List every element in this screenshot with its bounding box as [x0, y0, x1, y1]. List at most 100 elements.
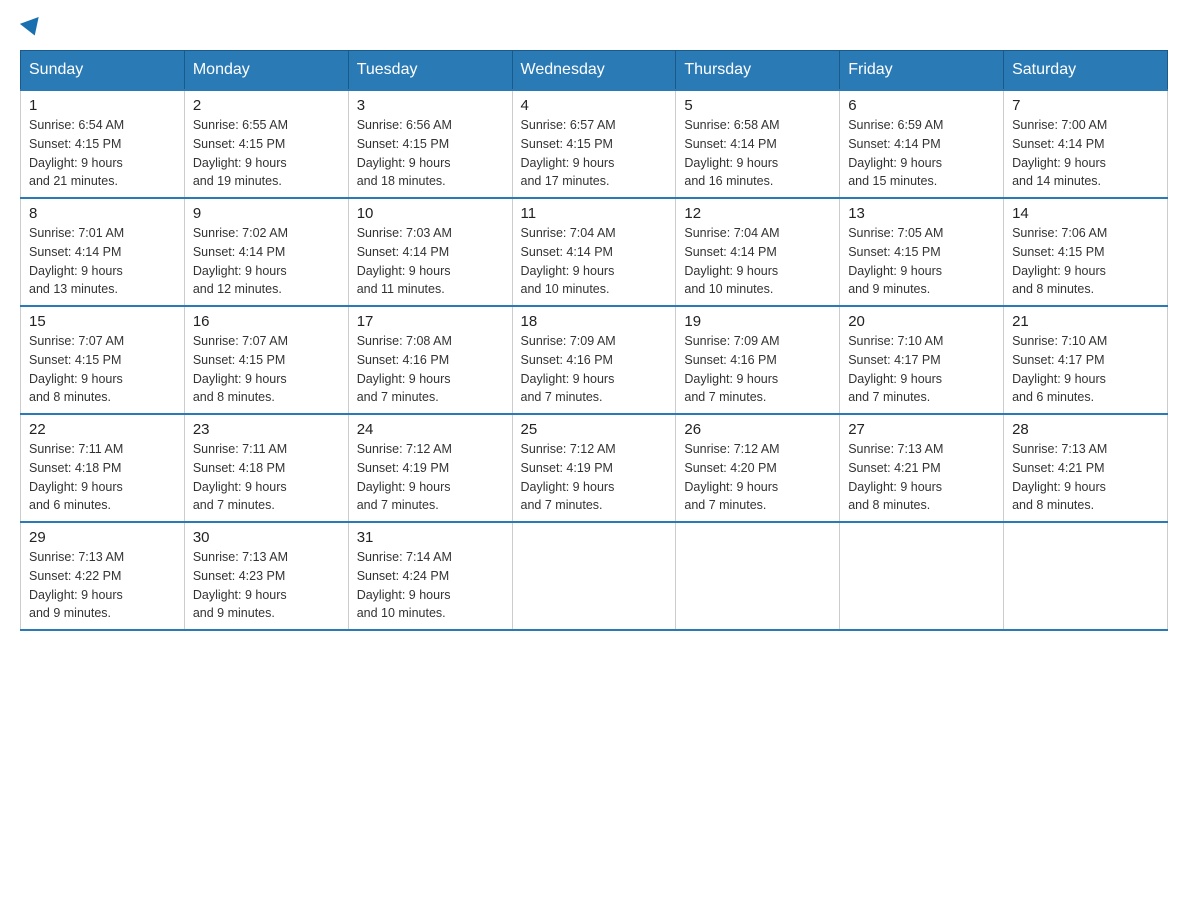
day-info: Sunrise: 7:10 AMSunset: 4:17 PMDaylight:…: [848, 334, 943, 404]
day-number: 21: [1012, 313, 1159, 330]
day-number: 12: [684, 205, 831, 222]
calendar-table: SundayMondayTuesdayWednesdayThursdayFrid…: [20, 50, 1168, 631]
day-info: Sunrise: 7:04 AMSunset: 4:14 PMDaylight:…: [521, 226, 616, 296]
day-number: 30: [193, 529, 340, 546]
day-number: 11: [521, 205, 668, 222]
weekday-header-saturday: Saturday: [1004, 51, 1168, 91]
day-cell: 14 Sunrise: 7:06 AMSunset: 4:15 PMDaylig…: [1004, 198, 1168, 306]
day-cell: 4 Sunrise: 6:57 AMSunset: 4:15 PMDayligh…: [512, 90, 676, 198]
day-info: Sunrise: 7:06 AMSunset: 4:15 PMDaylight:…: [1012, 226, 1107, 296]
day-cell: 27 Sunrise: 7:13 AMSunset: 4:21 PMDaylig…: [840, 414, 1004, 522]
day-cell: 6 Sunrise: 6:59 AMSunset: 4:14 PMDayligh…: [840, 90, 1004, 198]
day-cell: 19 Sunrise: 7:09 AMSunset: 4:16 PMDaylig…: [676, 306, 840, 414]
day-info: Sunrise: 7:07 AMSunset: 4:15 PMDaylight:…: [29, 334, 124, 404]
weekday-header-monday: Monday: [184, 51, 348, 91]
week-row-1: 1 Sunrise: 6:54 AMSunset: 4:15 PMDayligh…: [21, 90, 1168, 198]
day-info: Sunrise: 7:04 AMSunset: 4:14 PMDaylight:…: [684, 226, 779, 296]
day-info: Sunrise: 6:56 AMSunset: 4:15 PMDaylight:…: [357, 118, 452, 188]
day-number: 2: [193, 97, 340, 114]
day-info: Sunrise: 7:03 AMSunset: 4:14 PMDaylight:…: [357, 226, 452, 296]
weekday-header-thursday: Thursday: [676, 51, 840, 91]
day-number: 26: [684, 421, 831, 438]
day-number: 10: [357, 205, 504, 222]
day-number: 19: [684, 313, 831, 330]
day-info: Sunrise: 7:11 AMSunset: 4:18 PMDaylight:…: [29, 442, 123, 512]
day-number: 31: [357, 529, 504, 546]
day-number: 14: [1012, 205, 1159, 222]
day-number: 6: [848, 97, 995, 114]
day-info: Sunrise: 6:58 AMSunset: 4:14 PMDaylight:…: [684, 118, 779, 188]
day-cell: 1 Sunrise: 6:54 AMSunset: 4:15 PMDayligh…: [21, 90, 185, 198]
day-number: 7: [1012, 97, 1159, 114]
logo-triangle-icon: [20, 17, 44, 39]
day-cell: 22 Sunrise: 7:11 AMSunset: 4:18 PMDaylig…: [21, 414, 185, 522]
day-info: Sunrise: 7:12 AMSunset: 4:19 PMDaylight:…: [357, 442, 452, 512]
day-number: 22: [29, 421, 176, 438]
day-info: Sunrise: 7:05 AMSunset: 4:15 PMDaylight:…: [848, 226, 943, 296]
day-number: 28: [1012, 421, 1159, 438]
day-cell: 11 Sunrise: 7:04 AMSunset: 4:14 PMDaylig…: [512, 198, 676, 306]
day-info: Sunrise: 7:07 AMSunset: 4:15 PMDaylight:…: [193, 334, 288, 404]
day-number: 17: [357, 313, 504, 330]
day-info: Sunrise: 7:11 AMSunset: 4:18 PMDaylight:…: [193, 442, 287, 512]
day-number: 20: [848, 313, 995, 330]
day-cell: 21 Sunrise: 7:10 AMSunset: 4:17 PMDaylig…: [1004, 306, 1168, 414]
day-number: 27: [848, 421, 995, 438]
day-info: Sunrise: 7:14 AMSunset: 4:24 PMDaylight:…: [357, 550, 452, 620]
day-number: 3: [357, 97, 504, 114]
day-info: Sunrise: 6:54 AMSunset: 4:15 PMDaylight:…: [29, 118, 124, 188]
day-cell: 30 Sunrise: 7:13 AMSunset: 4:23 PMDaylig…: [184, 522, 348, 630]
day-cell: 8 Sunrise: 7:01 AMSunset: 4:14 PMDayligh…: [21, 198, 185, 306]
day-info: Sunrise: 7:00 AMSunset: 4:14 PMDaylight:…: [1012, 118, 1107, 188]
week-row-3: 15 Sunrise: 7:07 AMSunset: 4:15 PMDaylig…: [21, 306, 1168, 414]
day-cell: 23 Sunrise: 7:11 AMSunset: 4:18 PMDaylig…: [184, 414, 348, 522]
day-number: 13: [848, 205, 995, 222]
day-number: 29: [29, 529, 176, 546]
week-row-2: 8 Sunrise: 7:01 AMSunset: 4:14 PMDayligh…: [21, 198, 1168, 306]
day-number: 16: [193, 313, 340, 330]
day-number: 23: [193, 421, 340, 438]
week-row-5: 29 Sunrise: 7:13 AMSunset: 4:22 PMDaylig…: [21, 522, 1168, 630]
day-cell: 24 Sunrise: 7:12 AMSunset: 4:19 PMDaylig…: [348, 414, 512, 522]
day-cell: [676, 522, 840, 630]
day-number: 15: [29, 313, 176, 330]
weekday-header-friday: Friday: [840, 51, 1004, 91]
day-number: 1: [29, 97, 176, 114]
day-cell: 16 Sunrise: 7:07 AMSunset: 4:15 PMDaylig…: [184, 306, 348, 414]
day-info: Sunrise: 7:01 AMSunset: 4:14 PMDaylight:…: [29, 226, 124, 296]
day-info: Sunrise: 7:09 AMSunset: 4:16 PMDaylight:…: [684, 334, 779, 404]
day-cell: 26 Sunrise: 7:12 AMSunset: 4:20 PMDaylig…: [676, 414, 840, 522]
day-number: 24: [357, 421, 504, 438]
day-cell: [840, 522, 1004, 630]
day-number: 5: [684, 97, 831, 114]
weekday-header-wednesday: Wednesday: [512, 51, 676, 91]
day-cell: 5 Sunrise: 6:58 AMSunset: 4:14 PMDayligh…: [676, 90, 840, 198]
day-info: Sunrise: 7:13 AMSunset: 4:21 PMDaylight:…: [1012, 442, 1107, 512]
day-cell: 28 Sunrise: 7:13 AMSunset: 4:21 PMDaylig…: [1004, 414, 1168, 522]
day-cell: 17 Sunrise: 7:08 AMSunset: 4:16 PMDaylig…: [348, 306, 512, 414]
day-cell: 9 Sunrise: 7:02 AMSunset: 4:14 PMDayligh…: [184, 198, 348, 306]
day-cell: 25 Sunrise: 7:12 AMSunset: 4:19 PMDaylig…: [512, 414, 676, 522]
day-info: Sunrise: 7:12 AMSunset: 4:19 PMDaylight:…: [521, 442, 616, 512]
header: [20, 20, 1168, 40]
day-info: Sunrise: 7:13 AMSunset: 4:22 PMDaylight:…: [29, 550, 124, 620]
week-row-4: 22 Sunrise: 7:11 AMSunset: 4:18 PMDaylig…: [21, 414, 1168, 522]
day-number: 18: [521, 313, 668, 330]
day-cell: 7 Sunrise: 7:00 AMSunset: 4:14 PMDayligh…: [1004, 90, 1168, 198]
day-cell: 20 Sunrise: 7:10 AMSunset: 4:17 PMDaylig…: [840, 306, 1004, 414]
day-cell: [512, 522, 676, 630]
day-number: 9: [193, 205, 340, 222]
day-cell: 2 Sunrise: 6:55 AMSunset: 4:15 PMDayligh…: [184, 90, 348, 198]
day-number: 25: [521, 421, 668, 438]
day-info: Sunrise: 7:09 AMSunset: 4:16 PMDaylight:…: [521, 334, 616, 404]
day-info: Sunrise: 6:57 AMSunset: 4:15 PMDaylight:…: [521, 118, 616, 188]
day-number: 8: [29, 205, 176, 222]
weekday-header-row: SundayMondayTuesdayWednesdayThursdayFrid…: [21, 51, 1168, 91]
day-cell: 15 Sunrise: 7:07 AMSunset: 4:15 PMDaylig…: [21, 306, 185, 414]
day-info: Sunrise: 7:02 AMSunset: 4:14 PMDaylight:…: [193, 226, 288, 296]
day-cell: 12 Sunrise: 7:04 AMSunset: 4:14 PMDaylig…: [676, 198, 840, 306]
day-info: Sunrise: 6:59 AMSunset: 4:14 PMDaylight:…: [848, 118, 943, 188]
day-cell: 29 Sunrise: 7:13 AMSunset: 4:22 PMDaylig…: [21, 522, 185, 630]
day-cell: 18 Sunrise: 7:09 AMSunset: 4:16 PMDaylig…: [512, 306, 676, 414]
day-cell: 13 Sunrise: 7:05 AMSunset: 4:15 PMDaylig…: [840, 198, 1004, 306]
